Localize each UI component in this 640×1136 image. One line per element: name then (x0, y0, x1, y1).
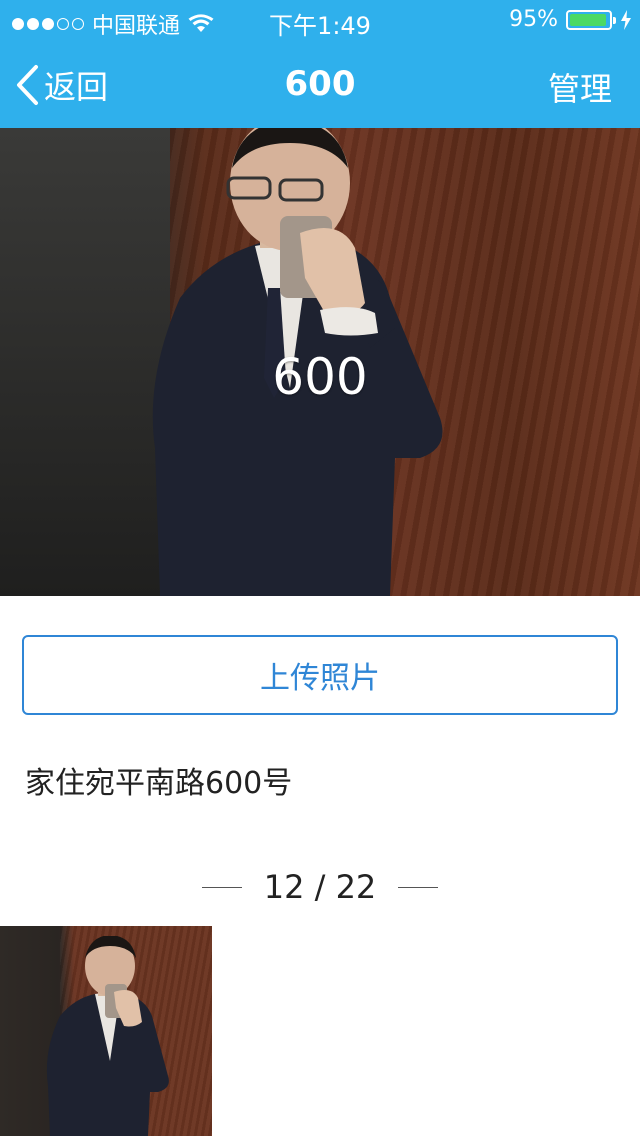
status-right: 95% (509, 7, 632, 32)
battery-icon (566, 9, 616, 30)
page-count: 12 / 22 (263, 868, 377, 906)
main-photo[interactable]: 600 (0, 128, 640, 596)
status-bar: 中国联通 下午1:49 95% (0, 0, 640, 40)
thumbnail-subject (46, 936, 169, 1136)
navigation-bar: 返回 600 管理 (0, 40, 640, 128)
battery-percent: 95% (509, 7, 558, 32)
photo-thumbnail[interactable] (0, 926, 212, 1136)
upload-photo-button[interactable]: 上传照片 (22, 635, 618, 715)
manage-button[interactable]: 管理 (548, 64, 612, 110)
divider-left (201, 886, 242, 888)
photo-caption: 600 (272, 348, 368, 406)
address-text: 家住宛平南路600号 (25, 766, 293, 801)
divider-right (398, 886, 439, 888)
page-indicator: 12 / 22 (0, 868, 640, 906)
page-title: 600 (284, 64, 356, 104)
charging-bolt-icon (621, 9, 631, 30)
battery-level (570, 13, 606, 26)
